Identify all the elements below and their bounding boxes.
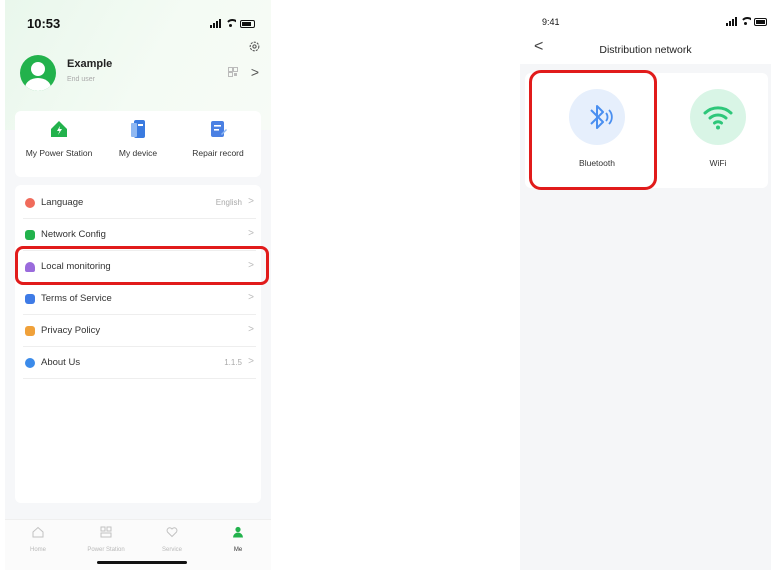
wifi-status-icon — [225, 19, 236, 28]
tab-home[interactable]: Home — [8, 526, 68, 553]
quick-label: Repair record — [192, 148, 244, 158]
terms-icon — [25, 294, 35, 304]
tab-service[interactable]: Service — [142, 526, 202, 553]
menu-label: Privacy Policy — [41, 325, 101, 336]
wifi-icon — [690, 89, 746, 145]
status-bar: 10:53 — [5, 16, 271, 32]
service-icon — [166, 527, 178, 538]
menu-label: Language — [41, 197, 84, 208]
cellular-signal-icon — [210, 19, 221, 28]
quick-label: My device — [118, 148, 158, 158]
chevron-right-icon: > — [248, 356, 254, 367]
home-icon — [32, 526, 44, 538]
home-indicator — [97, 561, 187, 564]
menu-item-language[interactable]: Language English > — [23, 187, 256, 219]
repair-record-icon — [211, 121, 227, 137]
device-icon — [131, 120, 145, 138]
profile-chevron-right-icon[interactable]: > — [251, 64, 259, 80]
user-role: End user — [67, 76, 96, 83]
top-bar: 9:41 < Distribution network — [520, 0, 771, 64]
tab-label: Home — [29, 547, 46, 553]
avatar[interactable] — [20, 55, 56, 91]
menu-value: 1.1.5 — [224, 358, 242, 367]
user-name: Example — [67, 58, 113, 70]
settings-icon[interactable] — [248, 40, 261, 53]
menu-item-privacy-policy[interactable]: Privacy Policy > — [23, 315, 256, 347]
battery-icon — [240, 19, 255, 28]
chevron-right-icon: > — [248, 292, 254, 303]
menu-item-terms-of-service[interactable]: Terms of Service > — [23, 283, 256, 315]
me-screen: 10:53 Example End user > My Power Statio… — [5, 0, 271, 570]
quick-my-power-station[interactable]: My Power Station — [19, 119, 99, 158]
battery-icon — [754, 17, 767, 26]
page-title: Distribution network — [599, 44, 692, 56]
status-indicators — [726, 17, 767, 26]
tab-label: Me — [233, 547, 243, 553]
network-config-icon — [25, 230, 35, 240]
quick-my-device[interactable]: My device — [98, 119, 178, 158]
menu-label: Network Config — [41, 229, 106, 240]
tab-me[interactable]: Me — [208, 526, 268, 553]
language-icon — [25, 198, 35, 208]
status-indicators — [210, 19, 255, 28]
about-icon — [25, 358, 35, 368]
menu-label: Terms of Service — [41, 293, 112, 304]
chevron-right-icon: > — [248, 228, 254, 239]
status-time: 10:53 — [27, 16, 61, 31]
quick-repair-record[interactable]: Repair record — [178, 119, 258, 158]
settings-menu: Language English > Network Config > Loca… — [15, 185, 261, 503]
privacy-icon — [25, 326, 35, 336]
power-station-tab-icon — [100, 526, 112, 538]
power-station-icon — [51, 121, 67, 137]
status-time: 9:41 — [542, 17, 560, 27]
highlight-local-monitoring — [15, 246, 269, 285]
distribution-network-screen: 9:41 < Distribution network Bluetooth Wi… — [520, 0, 771, 570]
menu-item-about-us[interactable]: About Us 1.1.5 > — [23, 347, 256, 379]
option-wifi[interactable]: WiFi — [678, 89, 758, 168]
quick-actions-card: My Power Station My device Repair record — [15, 111, 261, 177]
cellular-signal-icon — [726, 17, 737, 26]
menu-value: English — [215, 198, 242, 207]
highlight-bluetooth — [529, 70, 657, 190]
me-icon — [233, 526, 243, 538]
chevron-right-icon: > — [248, 196, 254, 207]
tab-power-station[interactable]: Power Station — [76, 526, 136, 553]
chevron-right-icon: > — [248, 324, 254, 335]
menu-label: About Us — [41, 357, 81, 368]
tab-label: Service — [161, 547, 182, 553]
tab-label: Power Station — [87, 547, 125, 553]
quick-label: My Power Station — [25, 148, 93, 158]
qr-code-icon[interactable] — [228, 67, 238, 77]
wifi-status-icon — [740, 17, 751, 26]
option-label: WiFi — [709, 158, 727, 168]
